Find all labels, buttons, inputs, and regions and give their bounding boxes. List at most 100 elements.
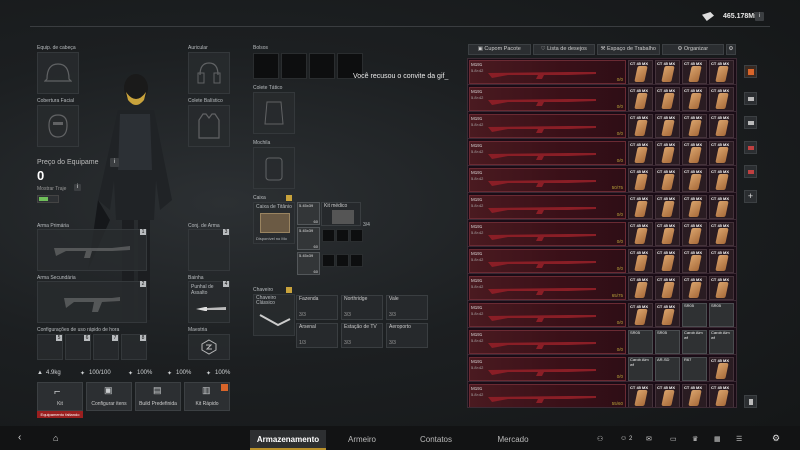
- squad-icon[interactable]: ⚇: [597, 435, 603, 443]
- settings-icon[interactable]: ⚙: [772, 433, 780, 444]
- side-trash-icon[interactable]: [744, 395, 757, 408]
- map-key-tv-station[interactable]: Estação de TV 3/3: [341, 323, 383, 348]
- magazine-item[interactable]: CT 45 MX: [709, 141, 734, 165]
- preset-build-button[interactable]: ▤ Build Predefinida: [135, 382, 181, 411]
- tab-gunsmith[interactable]: Armeiro: [336, 435, 388, 444]
- tab-contacts[interactable]: Contatos: [410, 435, 462, 444]
- backpack-slot[interactable]: [253, 147, 295, 189]
- attachment-item[interactable]: AR-SD: [655, 357, 680, 381]
- magazine-item[interactable]: CT 45 MX: [655, 114, 680, 138]
- menu-icon[interactable]: ☰: [736, 435, 742, 443]
- magazine-item[interactable]: CT 45 MX: [682, 249, 707, 273]
- magazine-item[interactable]: CT 45 MX: [655, 60, 680, 84]
- magazine-item[interactable]: CT 45 MX: [628, 141, 653, 165]
- magazine-item[interactable]: CT 45 MX: [682, 384, 707, 407]
- attachment-item[interactable]: SR05: [655, 330, 680, 354]
- magazine-item[interactable]: CT 45 MX: [655, 141, 680, 165]
- rifle-item[interactable]: M191 5.8×42 0/0: [469, 249, 626, 273]
- magazine-item[interactable]: CT 45 MX: [682, 276, 707, 300]
- price-info-button[interactable]: i: [110, 158, 119, 167]
- rifle-item[interactable]: M191 5.8×42 0/0: [469, 303, 626, 327]
- magazine-item[interactable]: CT 45 MX: [709, 114, 734, 138]
- pocket-slot[interactable]: [281, 53, 307, 79]
- attachment-item[interactable]: Carob Aim wf: [682, 330, 707, 354]
- magazine-item[interactable]: CT 45 MX: [709, 195, 734, 219]
- rifle-item[interactable]: M191 5.8×42 0/0: [469, 141, 626, 165]
- magazine-item[interactable]: CT 45 MX: [709, 276, 734, 300]
- attachment-item[interactable]: Carob Aim wf: [709, 330, 734, 354]
- map-key-airport[interactable]: Aeroporto 3/3: [386, 323, 428, 348]
- quick-slot[interactable]: 6: [65, 334, 91, 360]
- tab-market[interactable]: Mercado: [487, 435, 539, 444]
- kit-button[interactable]: ⌐ Kit: [37, 382, 83, 411]
- magazine-item[interactable]: CT 45 MX: [628, 60, 653, 84]
- magazine-item[interactable]: CT 45 MX: [655, 195, 680, 219]
- ammo-box[interactable]: 5.45x39 60: [297, 227, 320, 250]
- tab-organize[interactable]: ⚙ Organizar: [661, 44, 724, 55]
- storage-settings-icon[interactable]: ⚙: [726, 44, 736, 55]
- magazine-item[interactable]: CT 45 MX: [682, 168, 707, 192]
- magazine-item[interactable]: CT 45 MX: [655, 303, 680, 327]
- quick-slot[interactable]: 8: [121, 334, 147, 360]
- rig-slot[interactable]: [253, 92, 295, 134]
- quick-kit-button[interactable]: ▥ Kit Rápido: [184, 382, 230, 411]
- map-key-northridge[interactable]: Northridge 3/3: [341, 295, 383, 320]
- secondary-weapon-slot[interactable]: [37, 281, 147, 323]
- magazine-item[interactable]: CT 45 MX: [655, 276, 680, 300]
- magazine-item[interactable]: CT 45 MX: [682, 195, 707, 219]
- map-key-arsenal[interactable]: Arsenal 1/3: [296, 323, 338, 348]
- map-key-vale[interactable]: Vale 3/3: [386, 295, 428, 320]
- magazine-item[interactable]: CT 45 MX: [628, 114, 653, 138]
- magazine-item[interactable]: CT 45 MX: [709, 60, 734, 84]
- side-home-icon[interactable]: [744, 65, 757, 78]
- primary-weapon-slot[interactable]: [37, 229, 147, 271]
- rifle-item[interactable]: M191 5.8×42 0/0: [469, 357, 626, 381]
- tab-coupon-pack[interactable]: ▣ Cupom Pacote: [468, 44, 531, 55]
- rifle-item[interactable]: M191 5.8×42 0/0: [469, 195, 626, 219]
- rifle-item[interactable]: M191 5.8×42 0/0: [469, 87, 626, 111]
- rifle-item[interactable]: M191 5.8×42 50/75: [469, 168, 626, 192]
- pocket-slot[interactable]: [309, 53, 335, 79]
- magazine-item[interactable]: CT 45 MX: [655, 87, 680, 111]
- rifle-item[interactable]: M191 5.8×42 0/0: [469, 114, 626, 138]
- magazine-item[interactable]: CT 45 MX: [682, 222, 707, 246]
- side-storage-icon[interactable]: [744, 92, 757, 105]
- magazine-item[interactable]: CT 45 MX: [709, 357, 734, 381]
- magazine-item[interactable]: CT 45 MX: [628, 87, 653, 111]
- magazine-item[interactable]: CT 45 MX: [682, 60, 707, 84]
- face-cover-slot[interactable]: [37, 105, 79, 147]
- rifle-item[interactable]: M191 5.8×42 0/0: [469, 222, 626, 246]
- magazine-item[interactable]: CT 45 MX: [709, 222, 734, 246]
- ammo-box[interactable]: 5.45x39 60: [297, 252, 320, 275]
- friends-icon[interactable]: ☺: [620, 435, 627, 442]
- chat-icon[interactable]: ✉: [646, 435, 652, 443]
- side-add-icon[interactable]: +: [744, 190, 757, 203]
- magazine-item[interactable]: CT 45 MX: [709, 87, 734, 111]
- attachment-item[interactable]: SR05: [628, 330, 653, 354]
- magazine-item[interactable]: CT 45 MX: [655, 168, 680, 192]
- magazine-item[interactable]: CT 45 MX: [628, 276, 653, 300]
- case-empty-cell[interactable]: [322, 254, 335, 267]
- case-slot[interactable]: Caixa de Titânio Disponível no Mo: [253, 202, 295, 244]
- magazine-item[interactable]: CT 45 MX: [682, 114, 707, 138]
- case-empty-cell[interactable]: [322, 229, 335, 242]
- side-bag-icon[interactable]: [744, 165, 757, 178]
- attachment-item[interactable]: Carob Aim wf: [628, 357, 653, 381]
- tab-workspace[interactable]: ⚒ Espaço de Trabalho: [597, 44, 660, 55]
- currency-info-button[interactable]: i: [755, 12, 764, 21]
- magazine-item[interactable]: CT 45 MX: [655, 222, 680, 246]
- magazine-item[interactable]: CT 45 MX: [628, 168, 653, 192]
- melee-set-slot[interactable]: [188, 229, 230, 271]
- headset-slot[interactable]: [188, 52, 230, 94]
- medkit-item[interactable]: Kit médico: [321, 202, 361, 226]
- shop-icon[interactable]: ▦: [714, 435, 721, 443]
- map-key-fazenda[interactable]: Fazenda 3/3: [296, 295, 338, 320]
- magazine-item[interactable]: CT 45 MX: [682, 141, 707, 165]
- magazine-item[interactable]: CT 45 MX: [628, 384, 653, 407]
- storage-grid[interactable]: M191 5.8×42 0/0 CT 45 MX CT 45 MX CT 45 MX CT …: [467, 58, 737, 408]
- keychain-slot[interactable]: Chaveiro Clássico: [253, 294, 295, 336]
- side-bag-icon[interactable]: [744, 141, 757, 154]
- case-empty-cell[interactable]: [336, 254, 349, 267]
- trophy-icon[interactable]: ♛: [692, 435, 698, 443]
- pocket-slot[interactable]: [253, 53, 279, 79]
